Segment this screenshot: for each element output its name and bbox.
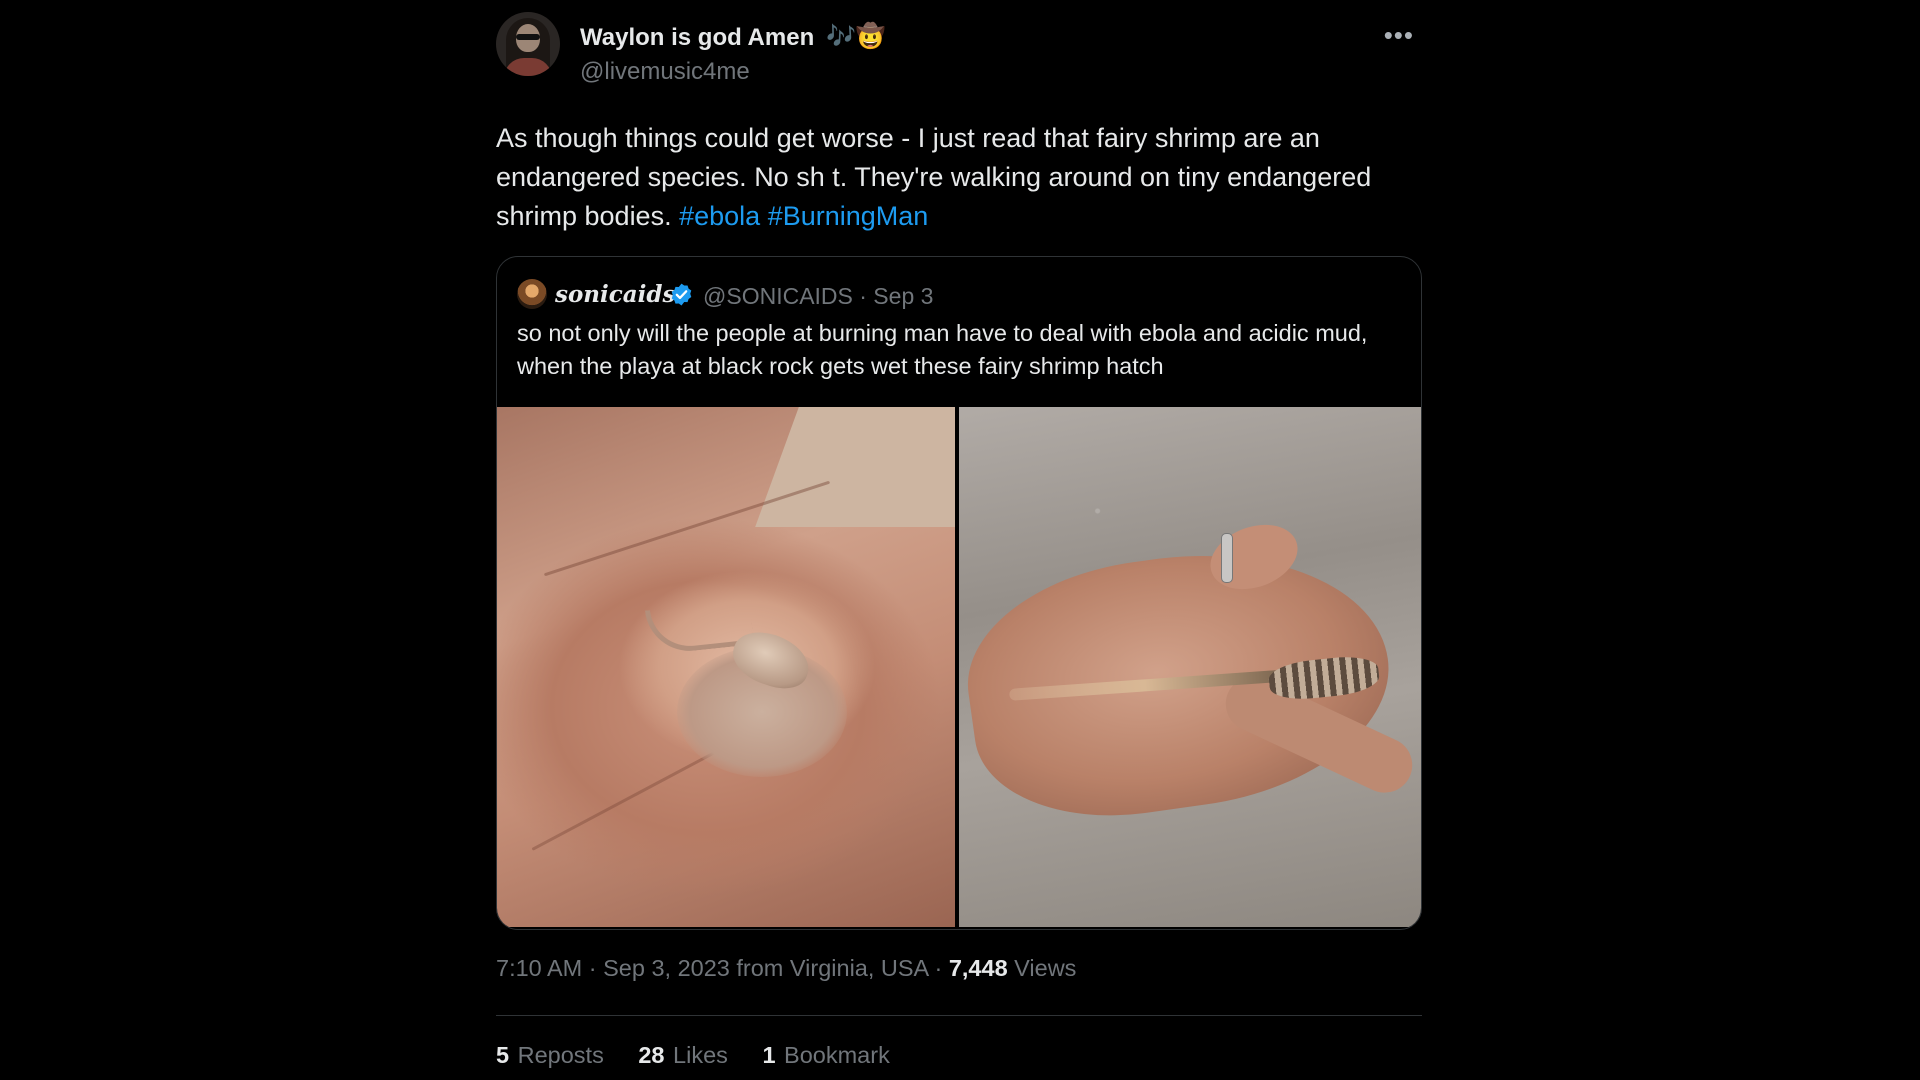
likes-stat[interactable]: 28 Likes (638, 1042, 728, 1069)
tweet: Waylon is god Amen 🎶🤠 @livemusic4me ••• … (496, 12, 1422, 1080)
quoted-author-name: sonicaids (555, 281, 676, 308)
more-icon[interactable]: ••• (1384, 20, 1414, 51)
author-avatar[interactable] (496, 12, 560, 76)
bookmarks-label: Bookmark (784, 1042, 890, 1068)
quoted-tweet-text: so not only will the people at burning m… (517, 320, 1368, 379)
reposts-stat[interactable]: 5 Reposts (496, 1042, 604, 1069)
bookmarks-stat[interactable]: 1 Bookmark (762, 1042, 889, 1069)
fairy-shrimp-photo-left[interactable] (497, 407, 955, 927)
reposts-label: Reposts (517, 1042, 604, 1068)
fairy-shrimp-photo-right[interactable] (959, 407, 1421, 927)
reposts-count: 5 (496, 1042, 510, 1068)
author-display-name[interactable]: Waylon is god Amen (580, 24, 814, 52)
likes-count: 28 (638, 1042, 665, 1068)
divider (496, 1015, 1422, 1016)
hashtag-ebola[interactable]: #ebola (679, 201, 760, 231)
timestamp-location[interactable]: 7:10 AM · Sep 3, 2023 from Virginia, USA… (496, 955, 949, 981)
verified-badge-icon (671, 283, 692, 306)
name-emoji-icon: 🎶🤠 (826, 23, 886, 50)
hashtag-burningman[interactable]: #BurningMan (768, 201, 929, 231)
quoted-author-avatar (517, 279, 547, 309)
quoted-tweet[interactable]: sonicaids @SONICAIDS · Sep 3 so not only… (496, 256, 1422, 930)
quoted-media (497, 407, 1421, 927)
bookmarks-count: 1 (762, 1042, 776, 1068)
quoted-handle-date: @SONICAIDS · Sep 3 (703, 283, 934, 309)
author-handle[interactable]: @livemusic4me (580, 58, 750, 86)
tweet-text: As though things could get worse - I jus… (496, 119, 1422, 236)
tweet-text-body: As though things could get worse - I jus… (496, 123, 1372, 231)
views-count: 7,448 (948, 955, 1008, 981)
views-label: Views (1007, 955, 1077, 981)
likes-label: Likes (673, 1042, 728, 1068)
tweet-meta: 7:10 AM · Sep 3, 2023 from Virginia, USA… (496, 955, 1076, 982)
engagement-stats: 5 Reposts 28 Likes 1 Bookmark (496, 1042, 918, 1069)
